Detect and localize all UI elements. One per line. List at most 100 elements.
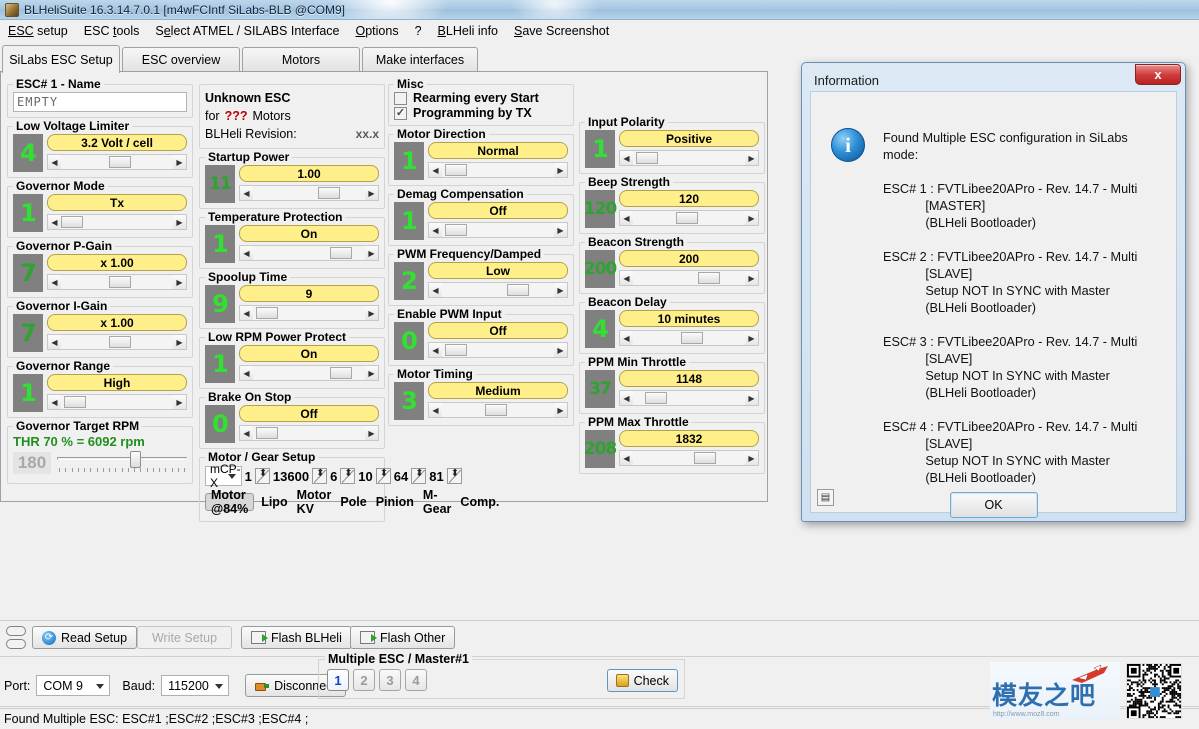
esc-name-input[interactable]: EMPTY: [13, 92, 187, 112]
scrollbar-thumb[interactable]: [108, 156, 131, 168]
param-scrollbar[interactable]: ◀ ▶: [619, 210, 759, 226]
read-setup-button[interactable]: ⟳ Read Setup: [32, 626, 138, 649]
scrollbar-thumb[interactable]: [255, 427, 278, 439]
arrow-left-icon[interactable]: ◀: [429, 403, 442, 417]
scrollbar-track[interactable]: [633, 271, 745, 285]
checkbox-row-rearming[interactable]: Rearming every Start: [394, 91, 568, 105]
scrollbar-thumb[interactable]: [676, 212, 699, 224]
arrow-right-icon[interactable]: ▶: [554, 343, 567, 357]
arrow-left-icon[interactable]: ◀: [429, 223, 442, 237]
scrollbar-track[interactable]: [253, 186, 365, 200]
param-scrollbar[interactable]: ◀ ▶: [619, 330, 759, 346]
arrow-left-icon[interactable]: ◀: [48, 335, 61, 349]
motor-load-button[interactable]: Motor @84%: [205, 488, 255, 516]
arrow-right-icon[interactable]: ▶: [554, 283, 567, 297]
tab-silabs-esc-setup[interactable]: SiLabs ESC Setup: [2, 45, 120, 73]
param-scrollbar[interactable]: ◀ ▶: [428, 402, 568, 418]
scrollbar-thumb[interactable]: [444, 344, 467, 356]
spinner-motor-kv[interactable]: [312, 468, 328, 484]
arrow-left-icon[interactable]: ◀: [620, 211, 633, 225]
param-scrollbar[interactable]: ◀ ▶: [47, 334, 187, 350]
flash-blheli-button[interactable]: Flash BLHeli: [241, 626, 352, 649]
arrow-right-icon[interactable]: ▶: [365, 246, 378, 260]
menu-esc-tools[interactable]: ESC tools: [76, 23, 148, 39]
flash-other-button[interactable]: Flash Other: [350, 626, 456, 649]
arrow-right-icon[interactable]: ▶: [554, 223, 567, 237]
arrow-right-icon[interactable]: ▶: [554, 403, 567, 417]
arrow-left-icon[interactable]: ◀: [48, 155, 61, 169]
esc-select-button-1[interactable]: 1: [327, 669, 349, 691]
scrollbar-thumb[interactable]: [507, 284, 530, 296]
close-icon[interactable]: x: [1135, 64, 1181, 85]
scrollbar-track[interactable]: [253, 426, 365, 440]
scrollbar-thumb[interactable]: [318, 187, 341, 199]
resize-grip-icon[interactable]: ▤: [817, 489, 834, 506]
scrollbar-thumb[interactable]: [698, 272, 721, 284]
scrollbar-thumb[interactable]: [63, 396, 86, 408]
scrollbar-track[interactable]: [633, 331, 745, 345]
checkbox-programming-by-tx[interactable]: ✓: [394, 106, 407, 120]
arrow-left-icon[interactable]: ◀: [48, 275, 61, 289]
arrow-right-icon[interactable]: ▶: [745, 211, 758, 225]
slider-thumb[interactable]: [129, 451, 141, 468]
arrow-left-icon[interactable]: ◀: [240, 246, 253, 260]
arrow-right-icon[interactable]: ▶: [365, 426, 378, 440]
menu-blheli-info[interactable]: BLHeli info: [430, 23, 506, 39]
scrollbar-track[interactable]: [61, 275, 173, 289]
scrollbar-thumb[interactable]: [444, 224, 467, 236]
arrow-left-icon[interactable]: ◀: [429, 343, 442, 357]
menu-select-interface[interactable]: Select ATMEL / SILABS Interface: [147, 23, 347, 39]
motor-gear-value-motor-kv[interactable]: 13600: [273, 469, 309, 484]
scrollbar-track[interactable]: [633, 151, 745, 165]
scrollbar-track[interactable]: [61, 155, 173, 169]
param-scrollbar[interactable]: ◀ ▶: [428, 282, 568, 298]
param-scrollbar[interactable]: ◀ ▶: [47, 274, 187, 290]
param-scrollbar[interactable]: ◀ ▶: [428, 162, 568, 178]
arrow-left-icon[interactable]: ◀: [240, 186, 253, 200]
arrow-right-icon[interactable]: ▶: [745, 451, 758, 465]
scrollbar-thumb[interactable]: [108, 336, 131, 348]
motor-gear-value-comp[interactable]: 81: [429, 469, 443, 484]
arrow-right-icon[interactable]: ▶: [745, 391, 758, 405]
scrollbar-thumb[interactable]: [255, 307, 278, 319]
scrollbar-track[interactable]: [61, 395, 173, 409]
arrow-left-icon[interactable]: ◀: [620, 271, 633, 285]
scrollbar-thumb[interactable]: [485, 404, 508, 416]
scrollbar-track[interactable]: [633, 211, 745, 225]
arrow-left-icon[interactable]: ◀: [620, 331, 633, 345]
port-select[interactable]: COM 9: [36, 675, 111, 696]
menu-save-screenshot[interactable]: Save Screenshot: [506, 23, 617, 39]
esc-select-button-4[interactable]: 4: [405, 669, 427, 691]
baud-select[interactable]: 115200: [161, 675, 230, 696]
scrollbar-track[interactable]: [442, 163, 554, 177]
param-scrollbar[interactable]: ◀ ▶: [239, 185, 379, 201]
checkbox-row-programming-by-tx[interactable]: ✓ Programming by TX: [394, 106, 568, 120]
scrollbar-track[interactable]: [253, 366, 365, 380]
check-button[interactable]: Check: [606, 669, 678, 692]
arrow-right-icon[interactable]: ▶: [554, 163, 567, 177]
scrollbar-track[interactable]: [633, 391, 745, 405]
scrollbar-track[interactable]: [61, 335, 173, 349]
param-scrollbar[interactable]: ◀ ▶: [619, 270, 759, 286]
menu-esc-setup[interactable]: ESCESC setup setup: [0, 23, 76, 39]
esc-select-button-3[interactable]: 3: [379, 669, 401, 691]
scrollbar-track[interactable]: [442, 403, 554, 417]
param-scrollbar[interactable]: ◀ ▶: [239, 305, 379, 321]
spinner-pole[interactable]: [340, 468, 356, 484]
arrow-right-icon[interactable]: ▶: [173, 395, 186, 409]
scrollbar-thumb[interactable]: [644, 392, 667, 404]
scrollbar-track[interactable]: [442, 223, 554, 237]
checkbox-rearming-every-start[interactable]: [394, 91, 407, 105]
scrollbar-thumb[interactable]: [329, 247, 352, 259]
param-scrollbar[interactable]: ◀ ▶: [47, 214, 187, 230]
arrow-left-icon[interactable]: ◀: [48, 215, 61, 229]
arrow-right-icon[interactable]: ▶: [745, 331, 758, 345]
arrow-left-icon[interactable]: ◀: [620, 451, 633, 465]
ok-button[interactable]: OK: [949, 492, 1038, 518]
scrollbar-thumb[interactable]: [444, 164, 467, 176]
param-scrollbar[interactable]: ◀ ▶: [428, 222, 568, 238]
scrollbar-track[interactable]: [633, 451, 745, 465]
arrow-right-icon[interactable]: ▶: [173, 275, 186, 289]
param-scrollbar[interactable]: ◀ ▶: [239, 245, 379, 261]
scrollbar-track[interactable]: [61, 215, 173, 229]
